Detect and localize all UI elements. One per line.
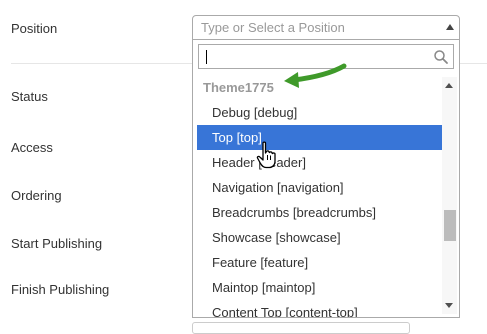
chevron-up-icon[interactable] xyxy=(446,24,454,30)
option-feature[interactable]: Feature [feature] xyxy=(197,250,442,275)
option-showcase[interactable]: Showcase [showcase] xyxy=(197,225,442,250)
position-label: Position xyxy=(11,21,58,36)
option-content-top[interactable]: Content Top [content-top] xyxy=(197,300,442,317)
access-label: Access xyxy=(11,140,53,155)
option-debug[interactable]: Debug [debug] xyxy=(197,100,442,125)
finish-publishing-field[interactable] xyxy=(192,322,410,334)
option-maintop[interactable]: Maintop [maintop] xyxy=(197,275,442,300)
finish-publishing-label: Finish Publishing xyxy=(11,282,110,297)
option-group-label: Theme1775 xyxy=(203,80,274,95)
position-select-placeholder: Type or Select a Position xyxy=(201,20,345,35)
status-label: Status xyxy=(11,89,48,104)
search-icon xyxy=(434,50,448,64)
position-select[interactable]: Type or Select a Position xyxy=(192,15,460,40)
scroll-down-arrow-icon[interactable] xyxy=(445,303,453,308)
option-breadcrumbs[interactable]: Breadcrumbs [breadcrumbs] xyxy=(197,200,442,225)
dropdown-scrollbar[interactable] xyxy=(442,77,457,314)
text-caret xyxy=(206,50,207,64)
option-navigation[interactable]: Navigation [navigation] xyxy=(197,175,442,200)
option-header[interactable]: Header [header] xyxy=(197,150,442,175)
green-arrow-annotation xyxy=(284,63,347,88)
option-top[interactable]: Top [top] xyxy=(197,125,442,150)
ordering-label: Ordering xyxy=(11,188,62,203)
scrollbar-thumb[interactable] xyxy=(444,210,456,241)
scroll-up-arrow-icon[interactable] xyxy=(445,83,453,88)
start-publishing-label: Start Publishing xyxy=(11,236,103,251)
hand-pointer-cursor xyxy=(256,141,276,169)
